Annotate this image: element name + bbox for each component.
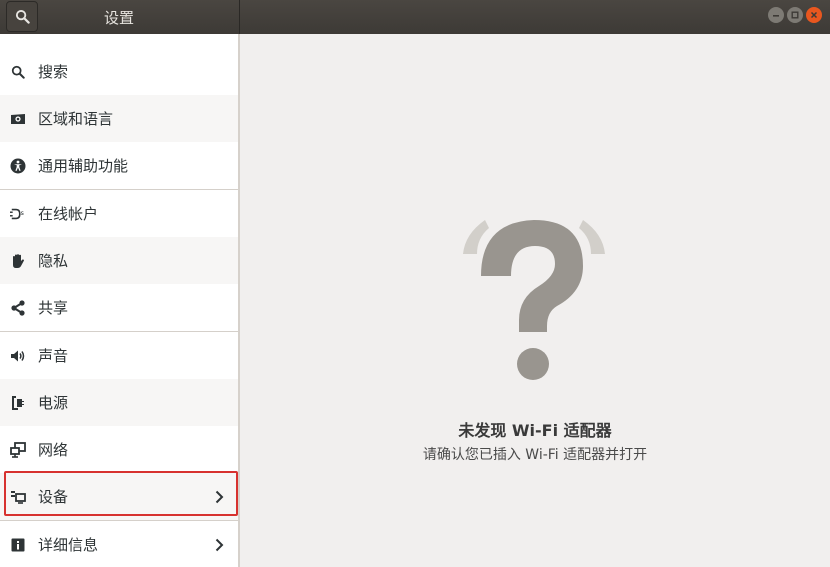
- chevron-right-icon: [215, 538, 224, 551]
- chevron-right-icon: [215, 490, 224, 503]
- sidebar-item-label: 网络: [38, 441, 69, 459]
- close-button[interactable]: [806, 7, 822, 23]
- search-icon: [15, 9, 30, 24]
- camera-icon: [10, 111, 26, 127]
- header-right: [240, 0, 830, 34]
- sidebar-item-sharing[interactable]: 共享: [0, 284, 238, 331]
- minimize-button[interactable]: [768, 7, 784, 23]
- share-icon: [10, 299, 26, 316]
- empty-state-subtitle: 请确认您已插入 Wi-Fi 适配器并打开: [422, 447, 648, 463]
- sidebar-item-accessibility[interactable]: 通用辅助功能: [0, 142, 238, 189]
- sidebar-item-label: 电源: [38, 394, 69, 412]
- sidebar-item-region-language[interactable]: 区域和语言: [0, 95, 238, 142]
- sidebar-item-label: 声音: [38, 347, 69, 365]
- svg-text:s: s: [21, 209, 24, 216]
- info-icon: [10, 537, 26, 553]
- header-left: 设置: [0, 0, 239, 34]
- minimize-icon: [773, 15, 779, 17]
- sidebar-item-privacy[interactable]: 隐私: [0, 237, 238, 284]
- sidebar-item-label: 通用辅助功能: [38, 157, 129, 175]
- sidebar-item-label: 区域和语言: [38, 110, 114, 128]
- accessibility-icon: [10, 158, 26, 174]
- search-icon: [10, 64, 26, 80]
- maximize-icon: [791, 11, 799, 19]
- sidebar-item-label: 详细信息: [38, 536, 99, 554]
- speaker-icon: [10, 348, 26, 364]
- sidebar-item-online-accounts[interactable]: s 在线帐户: [0, 190, 238, 237]
- window-title: 设置: [104, 9, 135, 27]
- network-icon: [10, 441, 26, 458]
- sidebar-item-sound[interactable]: 声音: [0, 332, 238, 379]
- sidebar-item-label: 设备: [38, 488, 69, 506]
- sidebar-item-devices[interactable]: 设备: [0, 473, 238, 520]
- online-accounts-icon: s: [10, 206, 26, 222]
- sidebar-item-label: 隐私: [38, 252, 69, 270]
- maximize-button[interactable]: [787, 7, 803, 23]
- sidebar-item-details[interactable]: 详细信息: [0, 521, 238, 567]
- sidebar-item-power[interactable]: 电源: [0, 379, 238, 426]
- power-plug-icon: [10, 395, 26, 411]
- close-icon: [810, 11, 818, 19]
- search-button[interactable]: [6, 1, 38, 32]
- empty-state-title: 未发现 Wi-Fi 适配器: [458, 421, 612, 440]
- main-panel: 未发现 Wi-Fi 适配器 请确认您已插入 Wi-Fi 适配器并打开: [240, 34, 830, 567]
- sidebar: 搜索 区域和语言 通用辅助功能 s 在线帐户 隐私 共享 声音 电源 网络 设备…: [0, 34, 238, 567]
- sidebar-item-label: 搜索: [38, 63, 69, 81]
- sidebar-item-search[interactable]: 搜索: [0, 48, 238, 95]
- hand-icon: [10, 253, 26, 269]
- sidebar-item-label: 共享: [38, 299, 69, 317]
- window-controls: [768, 7, 822, 23]
- header-bar: 设置: [0, 0, 830, 34]
- sidebar-item-network[interactable]: 网络: [0, 426, 238, 473]
- sidebar-item-label: 在线帐户: [38, 205, 99, 223]
- devices-icon: [10, 489, 26, 505]
- question-mark-icon: [463, 220, 605, 380]
